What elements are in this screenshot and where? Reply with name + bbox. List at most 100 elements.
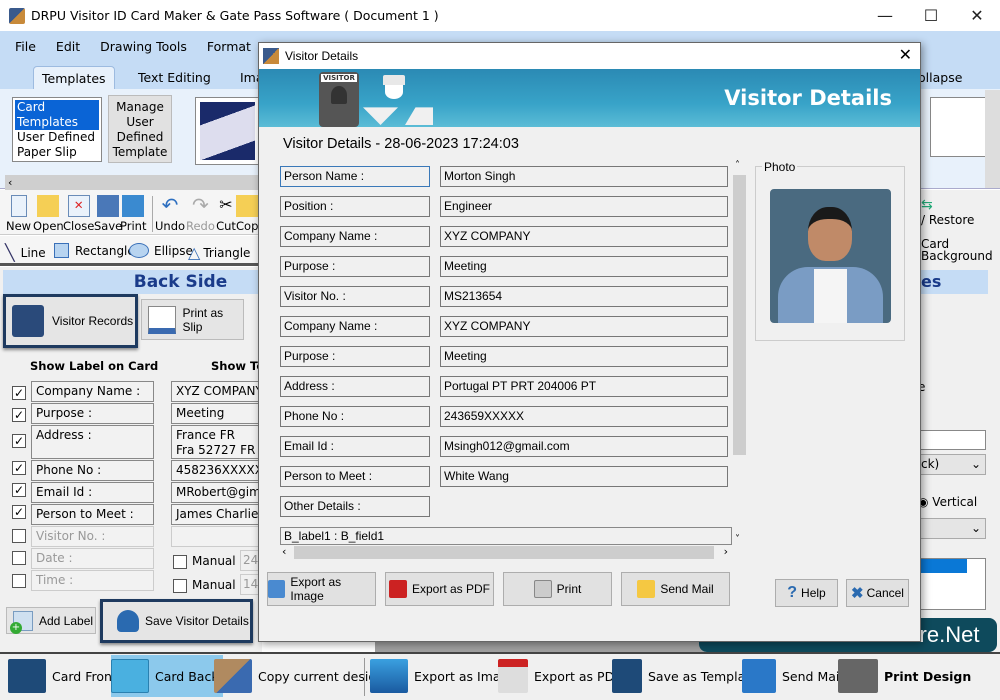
fields-horizontal-scrollbar[interactable]: ‹ › xyxy=(280,545,730,560)
label-field-person-to-meet[interactable]: Person to Meet : xyxy=(31,504,154,525)
template-item-card[interactable]: Card Templates xyxy=(15,100,99,130)
copy-design-button[interactable]: Copy current design xyxy=(214,655,384,697)
save-template-button[interactable]: Save as Template xyxy=(612,655,758,697)
field-value-company-2[interactable]: XYZ COMPANY xyxy=(440,316,728,337)
add-label-button[interactable]: + Add Label xyxy=(6,607,96,634)
minimize-button[interactable]: — xyxy=(862,0,908,31)
other-details-textarea[interactable]: B_label1 : B_field1 xyxy=(280,527,732,545)
close-doc-button[interactable]: ✕ Close xyxy=(63,195,94,233)
checkbox-manual-time[interactable] xyxy=(173,579,187,593)
field-label[interactable]: Visitor No. : xyxy=(280,286,430,307)
field-value-email[interactable]: Msingh012@gmail.com xyxy=(440,436,728,457)
cancel-button[interactable]: ✖ Cancel xyxy=(846,579,909,607)
triangle-tool[interactable]: △ Triangle xyxy=(188,243,250,262)
rectangle-tool[interactable]: Rectangle xyxy=(54,243,135,258)
checkbox-visitor-no[interactable] xyxy=(12,529,26,543)
redo-button[interactable]: ↷ Redo xyxy=(186,195,215,233)
text-field-person-to-meet[interactable]: James Charlie xyxy=(171,504,261,525)
fields-vertical-scrollbar[interactable]: ˄ ˅ xyxy=(732,160,747,545)
checkbox-address[interactable]: ✓ xyxy=(12,434,26,448)
print-button-dialog[interactable]: Print xyxy=(503,572,612,606)
send-mail-bottom-button[interactable]: Send Mail xyxy=(742,655,843,697)
label-field-purpose[interactable]: Purpose : xyxy=(31,403,154,424)
text-field-purpose[interactable]: Meeting xyxy=(171,403,261,424)
label-field-phone[interactable]: Phone No : xyxy=(31,460,154,481)
open-button[interactable]: Open xyxy=(33,195,64,233)
checkbox-time[interactable] xyxy=(12,574,26,588)
ellipse-tool[interactable]: Ellipse xyxy=(129,243,193,258)
card-back-button[interactable]: Card Back xyxy=(111,655,223,697)
field-label[interactable]: Person to Meet : xyxy=(280,466,430,487)
checkbox-email[interactable]: ✓ xyxy=(12,483,26,497)
checkbox-manual-date[interactable] xyxy=(173,555,187,569)
ribbon-scrollbar[interactable] xyxy=(985,90,1000,188)
text-field-email[interactable]: MRobert@gima xyxy=(171,482,261,503)
scroll-left-icon[interactable]: ‹ xyxy=(282,545,286,558)
label-field-company[interactable]: Company Name : xyxy=(31,381,154,402)
text-field-visitor-no[interactable] xyxy=(171,526,261,547)
text-field-company[interactable]: XYZ COMPANY xyxy=(171,381,261,402)
export-image-bottom-button[interactable]: Export as Image xyxy=(370,655,516,697)
dialog-close-button[interactable]: ✕ xyxy=(899,45,912,64)
text-field-phone[interactable]: 458236XXXXX xyxy=(171,460,261,481)
undo-button[interactable]: ↶ Undo xyxy=(155,195,185,233)
field-value-purpose[interactable]: Meeting xyxy=(440,256,728,277)
card-front-button[interactable]: Card Front xyxy=(8,655,117,697)
field-label[interactable]: Position : xyxy=(280,196,430,217)
right-list-selected[interactable] xyxy=(919,559,967,573)
new-button[interactable]: New xyxy=(6,195,31,233)
scrollbar-thumb[interactable] xyxy=(294,546,714,559)
label-field-time[interactable]: Time : xyxy=(31,570,154,591)
scroll-up-icon[interactable]: ˄ xyxy=(735,160,740,171)
label-field-visitor-no[interactable]: Visitor No. : xyxy=(31,526,154,547)
field-label[interactable]: Address : xyxy=(280,376,430,397)
field-label[interactable]: Person Name : xyxy=(280,166,430,187)
field-label[interactable]: Phone No : xyxy=(280,406,430,427)
checkbox-purpose[interactable]: ✓ xyxy=(12,408,26,422)
field-label[interactable]: Company Name : xyxy=(280,316,430,337)
cut-button[interactable]: ✂ Cut xyxy=(215,195,237,233)
right-combo-2[interactable]: ⌄ xyxy=(918,518,986,539)
print-design-button[interactable]: Print Design xyxy=(838,655,971,697)
save-visitor-details-button[interactable]: Save Visitor Details xyxy=(100,599,253,643)
help-button[interactable]: ? Help xyxy=(775,579,838,607)
scroll-right-icon[interactable]: › xyxy=(724,545,728,558)
manage-template-button[interactable]: Manage User Defined Template xyxy=(108,95,172,163)
template-item-paper-slip[interactable]: Paper Slip xyxy=(15,145,99,160)
copy-button[interactable]: Cop xyxy=(236,195,258,233)
send-mail-button[interactable]: Send Mail xyxy=(621,572,730,606)
export-image-button[interactable]: Export as Image xyxy=(267,572,376,606)
menu-format[interactable]: Format xyxy=(207,39,251,54)
menu-edit[interactable]: Edit xyxy=(56,39,80,54)
card-background-button[interactable]: Card Background xyxy=(921,238,993,262)
scrollbar-thumb[interactable] xyxy=(733,175,746,455)
field-label[interactable]: Company Name : xyxy=(280,226,430,247)
menu-file[interactable]: File xyxy=(15,39,36,54)
tab-templates[interactable]: Templates xyxy=(33,66,115,89)
print-button[interactable]: Print xyxy=(120,195,146,233)
template-thumbnail-right[interactable] xyxy=(930,97,990,157)
template-thumbnail[interactable] xyxy=(195,97,260,165)
print-as-slip-button[interactable]: Print as Slip xyxy=(141,299,244,340)
right-input[interactable] xyxy=(918,430,986,450)
other-details-label[interactable]: Other Details : xyxy=(280,496,430,517)
template-item-user-defined[interactable]: User Defined xyxy=(15,130,99,145)
field-label[interactable]: Purpose : xyxy=(280,256,430,277)
scroll-down-icon[interactable]: ˅ xyxy=(735,534,740,545)
export-pdf-bottom-button[interactable]: Export as PDF xyxy=(498,655,621,697)
label-field-date[interactable]: Date : xyxy=(31,548,154,569)
label-field-email[interactable]: Email Id : xyxy=(31,482,154,503)
field-value-purpose-2[interactable]: Meeting xyxy=(440,346,728,367)
field-value-company[interactable]: XYZ COMPANY xyxy=(440,226,728,247)
checkbox-phone[interactable]: ✓ xyxy=(12,461,26,475)
checkbox-date[interactable] xyxy=(12,551,26,565)
template-scrollbar[interactable]: ‹ xyxy=(5,175,260,190)
right-list[interactable] xyxy=(918,558,986,610)
field-value-person-name[interactable]: Morton Singh xyxy=(440,166,728,187)
maximize-button[interactable]: ☐ xyxy=(908,0,954,31)
right-combo[interactable]: ck) ⌄ xyxy=(918,454,986,475)
field-value-position[interactable]: Engineer xyxy=(440,196,728,217)
vertical-radio[interactable]: ◉ Vertical xyxy=(918,495,977,509)
field-value-person-to-meet[interactable]: White Wang xyxy=(440,466,728,487)
backup-restore-button[interactable]: ⇆ / Restore xyxy=(921,197,974,227)
